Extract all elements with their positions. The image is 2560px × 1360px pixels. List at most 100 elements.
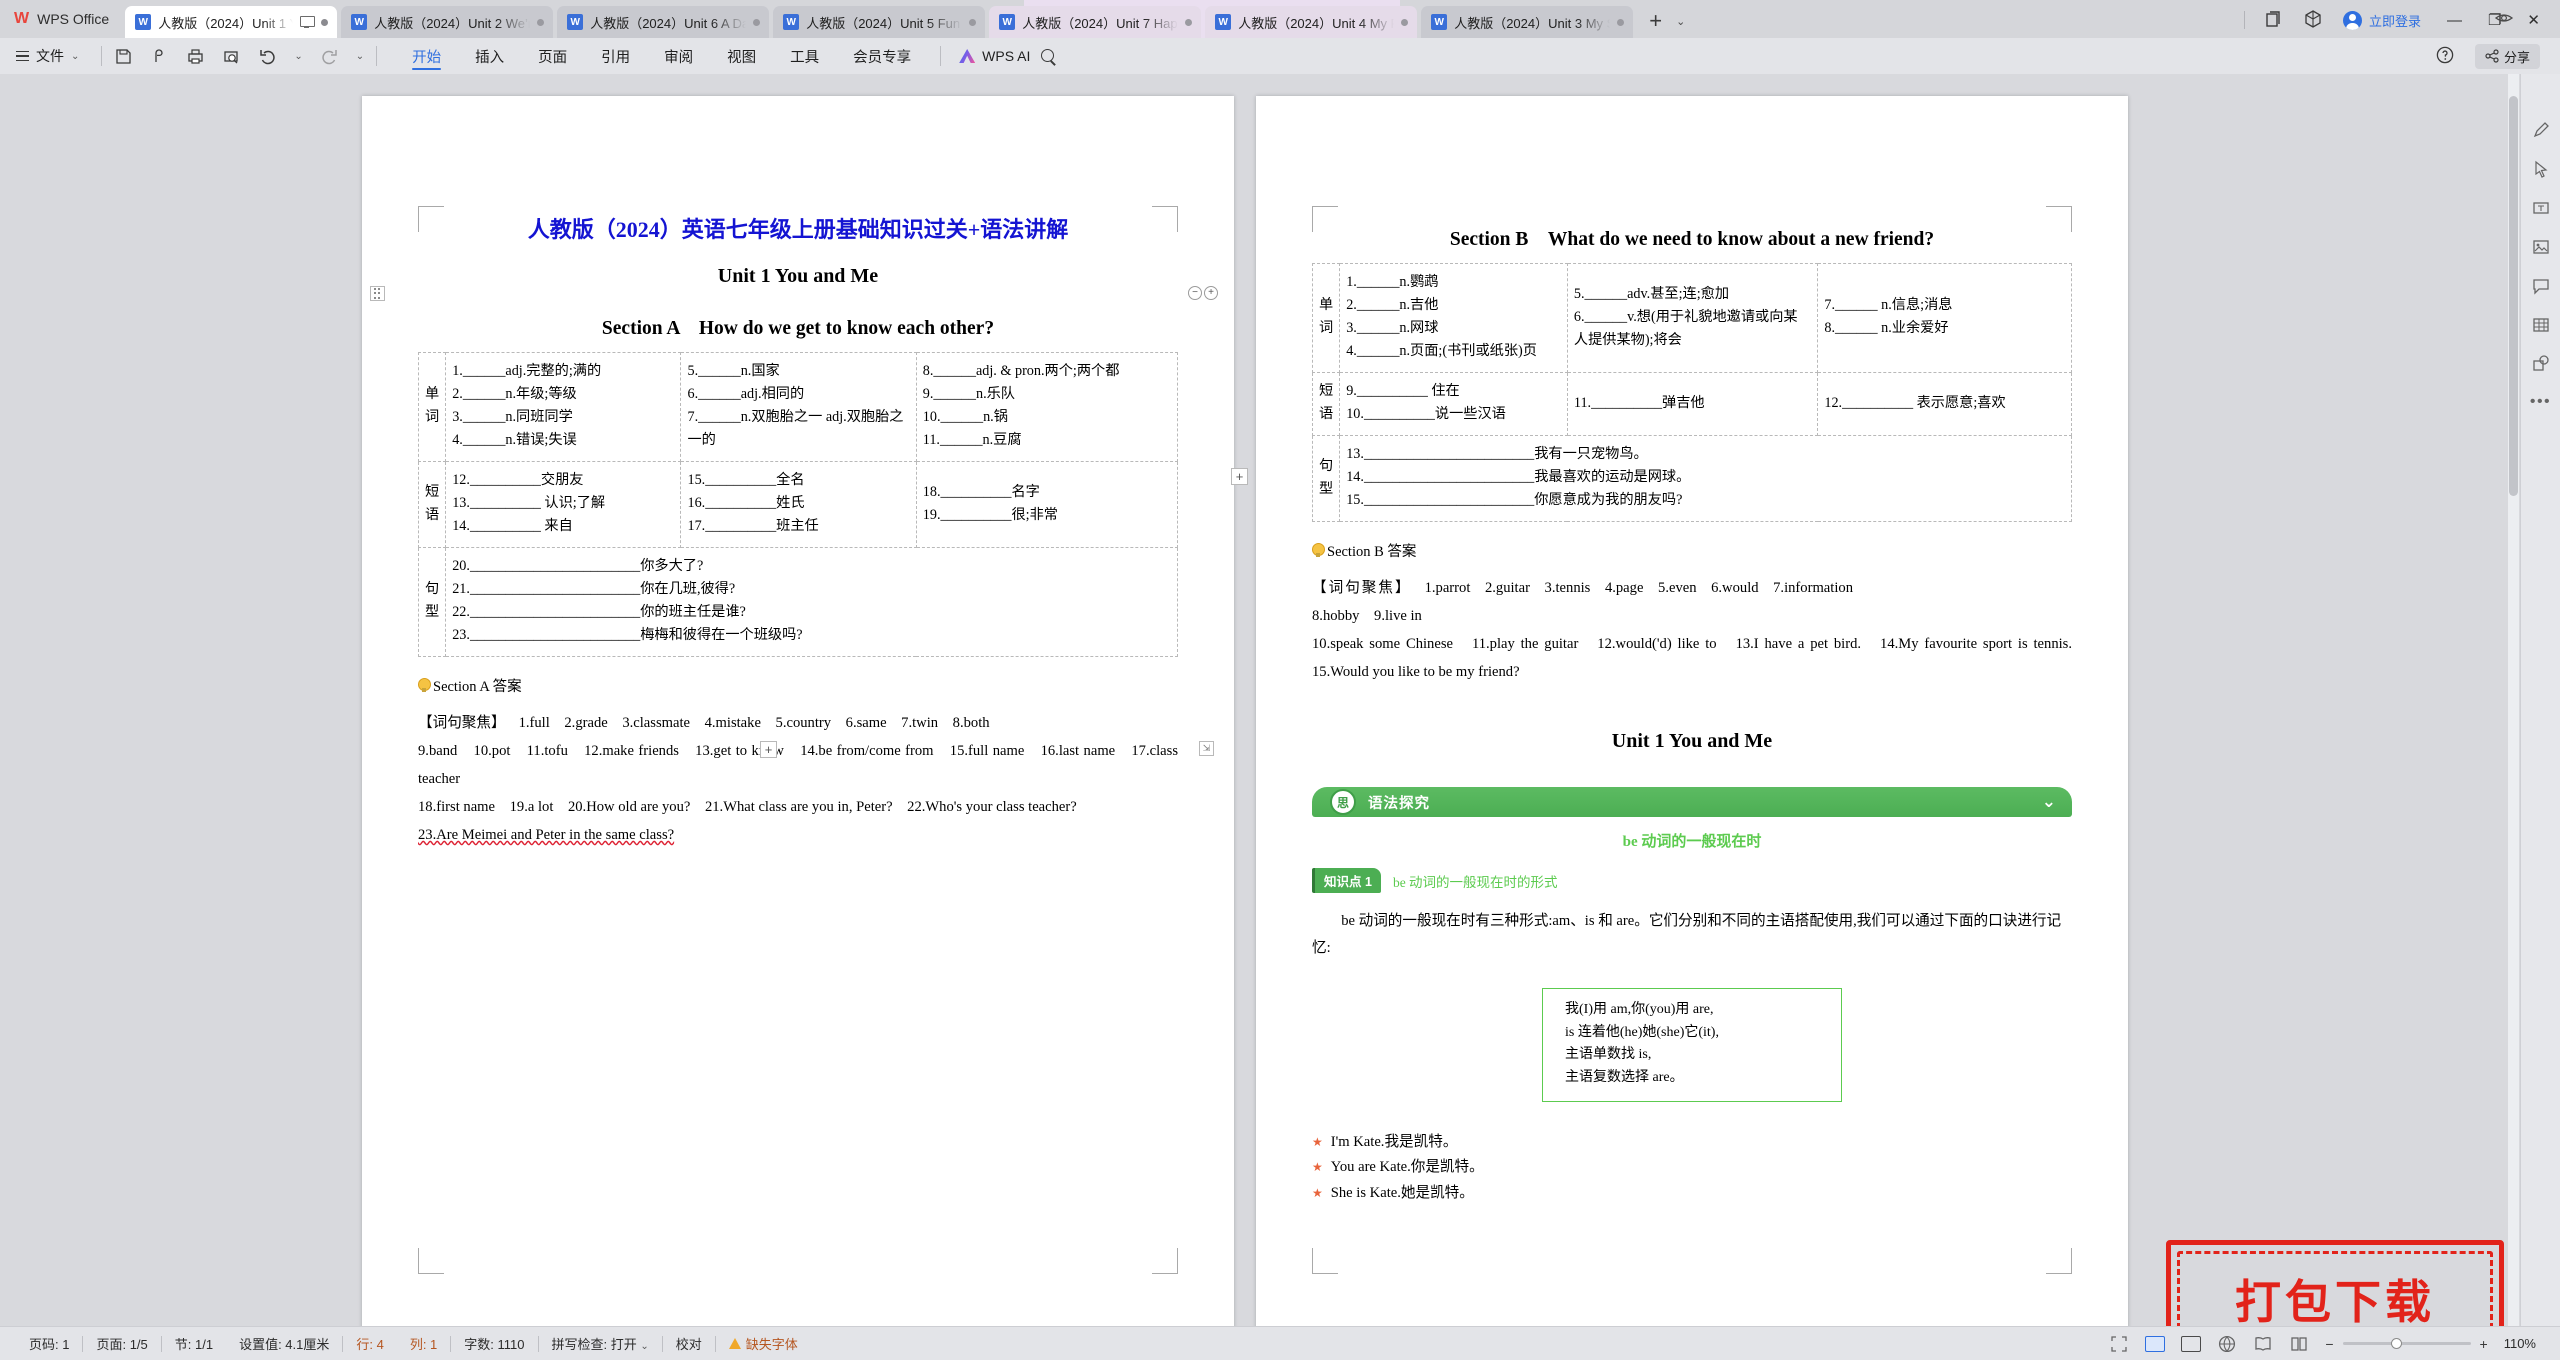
- document-canvas[interactable]: 人教版（2024）英语七年级上册基础知识过关+语法讲解 Unit 1 You a…: [0, 74, 2560, 1326]
- zoom-out-button[interactable]: −: [1188, 286, 1202, 300]
- print-preview-icon[interactable]: [222, 47, 241, 66]
- sentences-cell[interactable]: 13.________________________我有一只宠物鸟。 14._…: [1339, 435, 2072, 522]
- close-button[interactable]: ✕: [2527, 13, 2540, 28]
- insert-row-button[interactable]: +: [760, 741, 777, 758]
- document-tab-4[interactable]: W 人教版（2024）Unit 5 Fun Clubs: [773, 6, 986, 38]
- status-word-count[interactable]: 字数: 1110: [451, 1334, 537, 1353]
- pen-edit-icon[interactable]: [2531, 120, 2551, 140]
- reading-layout-icon[interactable]: [2253, 1334, 2273, 1354]
- status-page-number[interactable]: 页码: 1: [16, 1334, 82, 1353]
- document-tab-2[interactable]: W 人教版（2024）Unit 2 We’re Family!: [341, 6, 554, 38]
- words-col-1[interactable]: 1.______adj.完整的;满的 2.______n.年级;等级 3.___…: [445, 352, 682, 462]
- status-page-count[interactable]: 页面: 1/5: [83, 1334, 160, 1353]
- image-insert-icon[interactable]: [2531, 237, 2551, 257]
- phrases-col-3[interactable]: 12.__________ 表示愿意;喜欢: [1817, 372, 2072, 436]
- more-commands-chevron-icon[interactable]: ⌄: [356, 51, 364, 62]
- document-tab-5[interactable]: W 人教版（2024）Unit 7 Happy Birthday: [989, 6, 1202, 38]
- status-missing-font[interactable]: 缺失字体: [716, 1334, 811, 1353]
- comment-icon[interactable]: [2531, 276, 2551, 296]
- insert-column-button[interactable]: +: [1231, 468, 1248, 485]
- tab-close-dot[interactable]: [969, 18, 977, 26]
- status-row[interactable]: 行: 4: [343, 1334, 396, 1353]
- ribbon-tab-reference[interactable]: 引用: [584, 38, 647, 74]
- table-resize-handle[interactable]: ⇲: [1199, 741, 1214, 756]
- cursor-select-icon[interactable]: [2531, 159, 2551, 179]
- minimize-button[interactable]: —: [2447, 13, 2462, 28]
- table-move-handle[interactable]: [370, 286, 385, 301]
- undo-icon[interactable]: [258, 47, 277, 66]
- wps-ai-button[interactable]: WPS AI: [959, 48, 1030, 64]
- sentences-cell[interactable]: 20.________________________你多大了? 21.____…: [445, 547, 1178, 657]
- phrases-col-2[interactable]: 15.__________全名 16.__________姓氏 17._____…: [680, 461, 917, 548]
- status-section[interactable]: 节: 1/1: [162, 1334, 226, 1353]
- phrases-col-1[interactable]: 9.__________ 住在 10.__________说一些汉语: [1339, 372, 1568, 436]
- document-page-2[interactable]: Section B What do we need to know about …: [1256, 96, 2128, 1326]
- more-tools-icon[interactable]: •••: [2530, 393, 2551, 411]
- status-spellcheck[interactable]: 拼写检查: 打开 ⌄: [539, 1334, 662, 1353]
- words-col-2[interactable]: 5.______n.国家 6.______adj.相同的 7.______n.双…: [680, 352, 917, 462]
- words-col-2[interactable]: 5.______adv.甚至;连;愈加 6.______v.想(用于礼貌地邀请或…: [1566, 263, 1819, 373]
- document-tab-6[interactable]: W 人教版（2024）Unit 4 My Favourite: [1205, 6, 1418, 38]
- dual-page-icon[interactable]: [2289, 1334, 2309, 1354]
- words-col-3[interactable]: 7.______ n.信息;消息 8.______ n.业余爱好: [1817, 263, 2072, 373]
- table-zoom-controls[interactable]: − +: [1188, 286, 1218, 300]
- zoom-in-button[interactable]: +: [2480, 1336, 2488, 1352]
- tab-close-dot[interactable]: [1401, 18, 1409, 26]
- status-proofread[interactable]: 校对: [663, 1334, 715, 1353]
- save-as-cloud-icon[interactable]: [150, 47, 169, 66]
- file-menu-button[interactable]: 文件 ⌄: [16, 46, 79, 66]
- section-b-table[interactable]: 单词 1.______n.鹦鹉 2.______n.吉他 3.______n.网…: [1311, 263, 2072, 522]
- document-tab-3[interactable]: W 人教版（2024）Unit 6 A Day in the Life: [557, 6, 770, 38]
- view-mode-print-layout[interactable]: [2145, 1335, 2166, 1352]
- chevron-down-icon[interactable]: ⌄: [1676, 15, 1685, 28]
- tab-close-dot[interactable]: [321, 18, 329, 26]
- download-stamp-overlay[interactable]: 打包下载: [2166, 1240, 2504, 1326]
- zoom-track[interactable]: [2342, 1338, 2471, 1349]
- document-tab-1[interactable]: W 人教版（2024）Unit 1 You and Me: [125, 6, 338, 38]
- document-page-1[interactable]: 人教版（2024）英语七年级上册基础知识过关+语法讲解 Unit 1 You a…: [362, 96, 1248, 1326]
- shapes-icon[interactable]: [2531, 354, 2551, 374]
- zoom-slider[interactable]: − +: [2325, 1336, 2487, 1352]
- tab-close-dot[interactable]: [1185, 18, 1193, 26]
- ribbon-tab-page[interactable]: 页面: [521, 38, 584, 74]
- table-tool-icon[interactable]: [2531, 315, 2551, 335]
- collapse-ribbon-button[interactable]: [2494, 8, 2514, 28]
- ribbon-tab-member[interactable]: 会员专享: [836, 38, 928, 74]
- status-column[interactable]: 列: 1: [397, 1334, 450, 1353]
- undo-chevron-icon[interactable]: ⌄: [294, 51, 302, 62]
- share-button[interactable]: 分享: [2474, 43, 2540, 69]
- tab-close-dot[interactable]: [537, 18, 545, 26]
- view-mode-web-layout[interactable]: [2181, 1335, 2202, 1352]
- multi-window-icon[interactable]: [2263, 9, 2285, 31]
- globe-view-icon[interactable]: [2217, 1334, 2237, 1354]
- words-col-3[interactable]: 8.______adj. & pron.两个;两个都 9.______n.乐队 …: [915, 352, 1179, 462]
- grammar-section-header[interactable]: 思 语法探究 ⌄: [1312, 787, 2072, 818]
- help-icon[interactable]: [2435, 45, 2457, 67]
- phrases-col-3[interactable]: 18.__________名字 19.__________很;非常: [915, 461, 1179, 548]
- full-screen-icon[interactable]: [2109, 1334, 2129, 1354]
- zoom-knob[interactable]: [2390, 1338, 2402, 1349]
- scrollbar-thumb[interactable]: [2509, 96, 2518, 496]
- save-icon[interactable]: [114, 47, 133, 66]
- phrases-col-2[interactable]: 11.__________弹吉他: [1566, 372, 1819, 436]
- new-tab-plus-icon[interactable]: +: [1649, 10, 1662, 32]
- section-a-table[interactable]: 单词 1.______adj.完整的;满的 2.______n.年级;等级 3.…: [417, 352, 1179, 657]
- text-box-icon[interactable]: [2531, 198, 2551, 218]
- presentation-icon[interactable]: [300, 16, 316, 28]
- globe-shield-icon[interactable]: [2303, 9, 2325, 31]
- document-tab-7[interactable]: W 人教版（2024）Unit 3 My School: [1421, 6, 1634, 38]
- ribbon-tab-insert[interactable]: 插入: [458, 38, 521, 74]
- search-icon[interactable]: [1040, 48, 1057, 65]
- login-button[interactable]: 立即登录: [2342, 10, 2421, 30]
- words-col-1[interactable]: 1.______n.鹦鹉 2.______n.吉他 3.______n.网球 4…: [1339, 263, 1568, 373]
- zoom-out-button[interactable]: −: [2325, 1336, 2333, 1352]
- phrases-col-1[interactable]: 12.__________交朋友 13.__________ 认识;了解 14.…: [445, 461, 682, 548]
- tab-close-dot[interactable]: [1617, 18, 1625, 26]
- ribbon-tab-home[interactable]: 开始: [395, 38, 458, 74]
- vertical-scrollbar[interactable]: [2508, 74, 2519, 1326]
- tab-close-dot[interactable]: [753, 18, 761, 26]
- zoom-percentage[interactable]: 110%: [2504, 1336, 2536, 1351]
- ribbon-tab-tools[interactable]: 工具: [773, 38, 836, 74]
- print-icon[interactable]: [186, 47, 205, 66]
- ribbon-tab-view[interactable]: 视图: [710, 38, 773, 74]
